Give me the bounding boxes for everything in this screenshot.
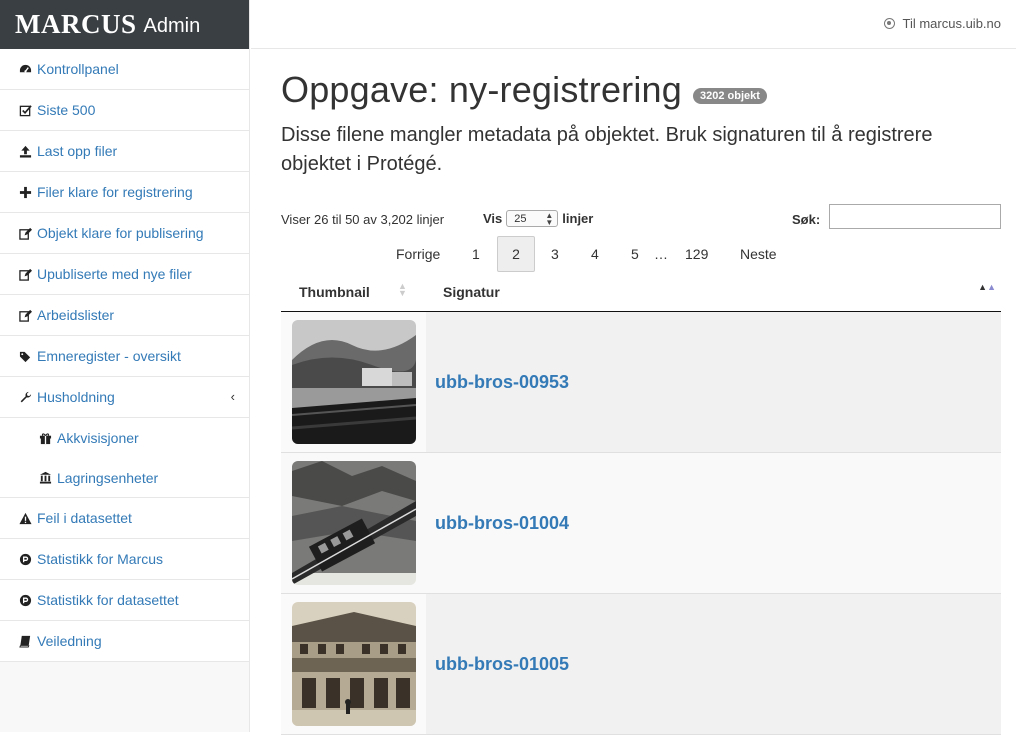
table-info: Viser 26 til 50 av 3,202 linjer [281, 212, 445, 227]
sidebar: MARCUS Admin Kontrollpanel Siste 500 Las… [0, 0, 250, 732]
gift-icon [38, 431, 52, 445]
plus-icon [18, 185, 32, 199]
pagination-page-1[interactable]: 1 [472, 236, 480, 272]
sidebar-item-label: Statistikk for Marcus [37, 551, 164, 567]
edit-icon [18, 267, 32, 281]
page-length-control: Vis 25 ▲ ▼ linjer [483, 210, 593, 227]
column-header-thumbnail[interactable]: Thumbnail [299, 284, 370, 300]
count-badge: 3202 objekt [693, 88, 767, 104]
search-input[interactable] [829, 204, 1001, 229]
sort-both-icon[interactable]: ▲ ▼ [398, 282, 407, 298]
select-arrows-icon: ▲ ▼ [545, 211, 554, 227]
sidebar-item-feil-i-datasettet[interactable]: Feil i datasettet [0, 498, 249, 539]
table-row: ubb-bros-01004 [281, 453, 1001, 594]
sidebar-item-siste-500[interactable]: Siste 500 [0, 90, 249, 131]
sidebar-item-arbeidslister[interactable]: Arbeidslister [0, 295, 249, 336]
stats-icon [18, 552, 32, 566]
page-description: Disse filene mangler metadata på objekte… [281, 124, 933, 175]
warning-icon [18, 511, 32, 525]
sidebar-item-label: Feil i datasettet [37, 510, 132, 526]
pagination-page-5[interactable]: 5 [631, 236, 639, 272]
pagination-page-3[interactable]: 3 [551, 236, 559, 272]
sidebar-item-statistikk-datasettet[interactable]: Statistikk for datasettet [0, 580, 249, 621]
dashboard-icon [18, 62, 32, 76]
wrench-icon [18, 390, 32, 404]
show-suffix: linjer [562, 211, 594, 226]
table-row: ubb-bros-01005 [281, 594, 1001, 735]
thumbnail-image[interactable] [291, 320, 416, 444]
edit-icon [18, 308, 32, 322]
chevron-left-icon[interactable]: ‹ [231, 389, 235, 404]
signature-link[interactable]: ubb-bros-01005 [426, 594, 569, 734]
pagination-page-4[interactable]: 4 [591, 236, 599, 272]
thumbnail-image[interactable] [291, 461, 416, 585]
sidebar-item-lagringsenheter[interactable]: Lagringsenheter [0, 458, 249, 498]
pagination: Forrige 1 2 3 4 5 … 129 Neste [281, 236, 1001, 272]
sidebar-item-label: Upubliserte med nye filer [37, 266, 192, 282]
sidebar-item-objekt-klare[interactable]: Objekt klare for publisering [0, 213, 249, 254]
sidebar-item-label: Husholdning [37, 389, 115, 405]
sidebar-nav: Kontrollpanel Siste 500 Last opp filer F… [0, 49, 249, 662]
sort-asc-icon[interactable]: ▲▲ [978, 282, 996, 292]
pagination-prev[interactable]: Forrige [396, 236, 440, 272]
checkbox-icon [18, 103, 32, 117]
table-row: ubb-bros-00953 [281, 312, 1001, 453]
main-content: Oppgave: ny-registrering 3202 objekt Dis… [281, 49, 1001, 735]
signature-link[interactable]: ubb-bros-01004 [426, 453, 569, 593]
sidebar-item-husholdning[interactable]: Husholdning ‹ [0, 377, 249, 418]
show-label: Vis [483, 211, 503, 226]
bank-icon [38, 471, 52, 485]
sidebar-item-filer-klare[interactable]: Filer klare for registrering [0, 172, 249, 213]
site-link-label: Til marcus.uib.no [902, 16, 1002, 31]
table-controls: Viser 26 til 50 av 3,202 linjer Vis 25 ▲… [281, 203, 1001, 233]
sidebar-item-statistikk-marcus[interactable]: Statistikk for Marcus [0, 539, 249, 580]
topbar: Til marcus.uib.no [251, 0, 1016, 49]
pagination-next[interactable]: Neste [740, 236, 777, 272]
thumbnail-cell [281, 312, 426, 452]
sidebar-item-label: Akkvisisjoner [57, 430, 139, 446]
sidebar-item-label: Statistikk for datasettet [37, 592, 179, 608]
search-label: Søk: [792, 212, 821, 227]
thumbnail-cell [281, 453, 426, 593]
sidebar-item-emneregister[interactable]: Emneregister - oversikt [0, 336, 249, 377]
page-length-value: 25 [514, 212, 527, 225]
column-header-signatur[interactable]: Signatur [443, 284, 500, 300]
sidebar-item-kontrollpanel[interactable]: Kontrollpanel [0, 49, 249, 90]
tags-icon [18, 349, 32, 363]
pagination-ellipsis: … [654, 246, 668, 262]
table-header: Thumbnail ▲ ▼ Signatur ▲▲ [281, 272, 1001, 312]
stats-icon [18, 593, 32, 607]
sidebar-item-upubliserte[interactable]: Upubliserte med nye filer [0, 254, 249, 295]
table-body: ubb-bros-00953 ubb-bros-01004 ubb-bros-0… [281, 312, 1001, 735]
sidebar-item-label: Emneregister - oversikt [37, 348, 181, 364]
sidebar-item-veiledning[interactable]: Veiledning [0, 621, 249, 662]
sidebar-item-label: Objekt klare for publisering [37, 225, 204, 241]
sidebar-item-last-opp-filer[interactable]: Last opp filer [0, 131, 249, 172]
book-icon [18, 634, 32, 648]
thumbnail-cell [281, 594, 426, 734]
page-title: Oppgave: ny-registrering [281, 69, 682, 110]
page-length-select[interactable]: 25 ▲ ▼ [506, 210, 559, 227]
sidebar-item-label: Filer klare for registrering [37, 184, 193, 200]
sidebar-item-label: Lagringsenheter [57, 469, 159, 486]
pagination-page-last[interactable]: 129 [685, 236, 708, 272]
pagination-page-2[interactable]: 2 [497, 236, 535, 272]
site-link[interactable]: Til marcus.uib.no [883, 16, 1002, 31]
sidebar-item-label: Veiledning [37, 633, 102, 649]
thumbnail-image[interactable] [291, 602, 416, 726]
upload-icon [18, 144, 32, 158]
title-row: Oppgave: ny-registrering 3202 objekt [281, 69, 1001, 111]
brand-sub: Admin [143, 15, 201, 37]
sidebar-item-label: Siste 500 [37, 102, 96, 118]
brand-logo[interactable]: MARCUS Admin [0, 0, 249, 49]
signature-link[interactable]: ubb-bros-00953 [426, 312, 569, 452]
sidebar-item-label: Kontrollpanel [37, 61, 119, 77]
edit-icon [18, 226, 32, 240]
sidebar-item-label: Arbeidslister [37, 307, 115, 323]
sidebar-item-akkvisisjoner[interactable]: Akkvisisjoner [0, 418, 249, 458]
brand-main: MARCUS [15, 9, 137, 39]
record-icon [883, 18, 895, 29]
sidebar-item-label: Last opp filer [37, 143, 118, 159]
